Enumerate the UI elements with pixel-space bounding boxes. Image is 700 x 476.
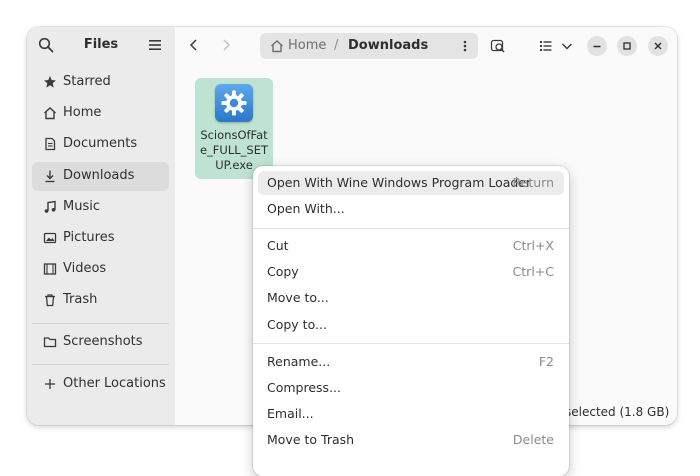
- menu-item-shortcut: Return: [512, 175, 554, 190]
- menu-item-copy[interactable]: Copy Ctrl+C: [258, 260, 564, 284]
- gear-icon: [221, 90, 247, 116]
- sidebar-item-other-locations[interactable]: Other Locations: [32, 370, 169, 399]
- menu-item-label: Copy to...: [267, 317, 327, 332]
- menu-item-label: Move to Trash: [267, 432, 355, 447]
- context-menu: Open With Wine Windows Program Loader Re…: [253, 166, 569, 476]
- menu-item-compress[interactable]: Compress...: [258, 376, 564, 400]
- path-bar: Home / Downloads: [260, 33, 478, 59]
- sidebar-item-label: Documents: [63, 136, 138, 151]
- maximize-icon: [623, 42, 631, 50]
- path-segment-current[interactable]: Downloads: [348, 38, 428, 53]
- sidebar-item-label: Pictures: [63, 230, 115, 245]
- sidebar-item-screenshots[interactable]: Screenshots: [32, 328, 169, 357]
- trash-icon: [45, 294, 55, 307]
- sidebar-item-label: Downloads: [63, 168, 135, 183]
- folder-icon: [43, 337, 57, 348]
- sidebar-item-home[interactable]: Home: [32, 99, 169, 128]
- menu-item-shortcut: Ctrl+X: [512, 238, 554, 253]
- sidebar-item-starred[interactable]: Starred: [32, 68, 169, 97]
- document-icon: [45, 137, 56, 151]
- menu-item-label: Cut: [267, 238, 289, 253]
- menu-item-label: Email...: [267, 406, 314, 421]
- back-icon[interactable]: [186, 37, 202, 53]
- sidebar-item-trash[interactable]: Trash: [32, 286, 169, 315]
- video-icon: [43, 263, 57, 275]
- menu-item-rename[interactable]: Rename... F2: [258, 350, 564, 374]
- sidebar-item-label: Music: [63, 199, 100, 214]
- maximize-button[interactable]: [617, 36, 637, 56]
- sidebar-divider: [32, 323, 169, 324]
- status-label: selected (1.8 GB): [565, 405, 670, 419]
- home-icon: [271, 40, 283, 53]
- music-icon: [44, 200, 56, 213]
- menu-item-cut[interactable]: Cut Ctrl+X: [258, 234, 564, 258]
- menu-item-open-with-wine[interactable]: Open With Wine Windows Program Loader Re…: [258, 171, 564, 195]
- sidebar-header: Files: [27, 27, 175, 65]
- menu-separator: [253, 228, 569, 229]
- menu-item-move-to-trash[interactable]: Move to Trash Delete: [258, 428, 564, 452]
- close-icon: [654, 42, 662, 50]
- menu-item-label: Rename...: [267, 354, 331, 369]
- chevron-down-icon[interactable]: [559, 38, 575, 54]
- hamburger-menu-icon[interactable]: [148, 38, 162, 52]
- sidebar-item-pictures[interactable]: Pictures: [32, 224, 169, 253]
- wine-gear-icon: [215, 84, 253, 122]
- sidebar-item-label: Videos: [63, 261, 107, 276]
- sidebar-divider: [32, 364, 169, 365]
- sidebar-item-label: Starred: [63, 74, 111, 89]
- sidebar-item-videos[interactable]: Videos: [32, 255, 169, 284]
- sidebar-item-label: Other Locations: [63, 376, 166, 391]
- menu-item-label: Open With...: [267, 201, 345, 216]
- menu-item-label: Move to...: [267, 290, 329, 305]
- sidebar-item-label: Trash: [63, 292, 98, 307]
- menu-item-shortcut: F2: [538, 354, 554, 369]
- sidebar-item-documents[interactable]: Documents: [32, 130, 169, 159]
- minimize-icon: [593, 45, 601, 48]
- menu-separator: [253, 343, 569, 344]
- sidebar-item-label: Home: [63, 105, 102, 120]
- plus-icon: [45, 379, 55, 389]
- sidebar-item-label: Screenshots: [63, 334, 143, 349]
- sidebar-item-music[interactable]: Music: [32, 193, 169, 222]
- home-icon: [44, 107, 56, 120]
- menu-item-shortcut: Ctrl+C: [512, 264, 554, 279]
- list-view-icon[interactable]: [538, 38, 554, 54]
- picture-icon: [43, 232, 57, 244]
- path-separator: /: [334, 38, 339, 53]
- more-options-icon[interactable]: [459, 39, 471, 53]
- menu-item-shortcut: Delete: [512, 432, 554, 447]
- search-files-icon[interactable]: [490, 38, 506, 54]
- close-button[interactable]: [648, 36, 668, 56]
- menu-item-email[interactable]: Email...: [258, 402, 564, 426]
- minimize-button[interactable]: [587, 36, 607, 56]
- file-item[interactable]: ScionsOfFate_FULL_SETUP.exe: [195, 78, 273, 179]
- star-icon: [44, 76, 56, 88]
- sidebar: Files Starred Home Documents Downloads M…: [27, 27, 176, 425]
- forward-icon[interactable]: [218, 37, 234, 53]
- path-segment-home[interactable]: Home: [288, 38, 326, 53]
- menu-item-copy-to[interactable]: Copy to...: [258, 313, 564, 337]
- menu-item-move-to[interactable]: Move to...: [258, 286, 564, 310]
- sidebar-item-downloads[interactable]: Downloads: [32, 162, 169, 191]
- menu-item-label: Copy: [267, 264, 299, 279]
- menu-item-label: Compress...: [267, 380, 341, 395]
- menu-item-open-with[interactable]: Open With...: [258, 197, 564, 221]
- download-icon: [45, 170, 55, 183]
- menu-item-label: Open With Wine Windows Program Loader: [267, 175, 532, 190]
